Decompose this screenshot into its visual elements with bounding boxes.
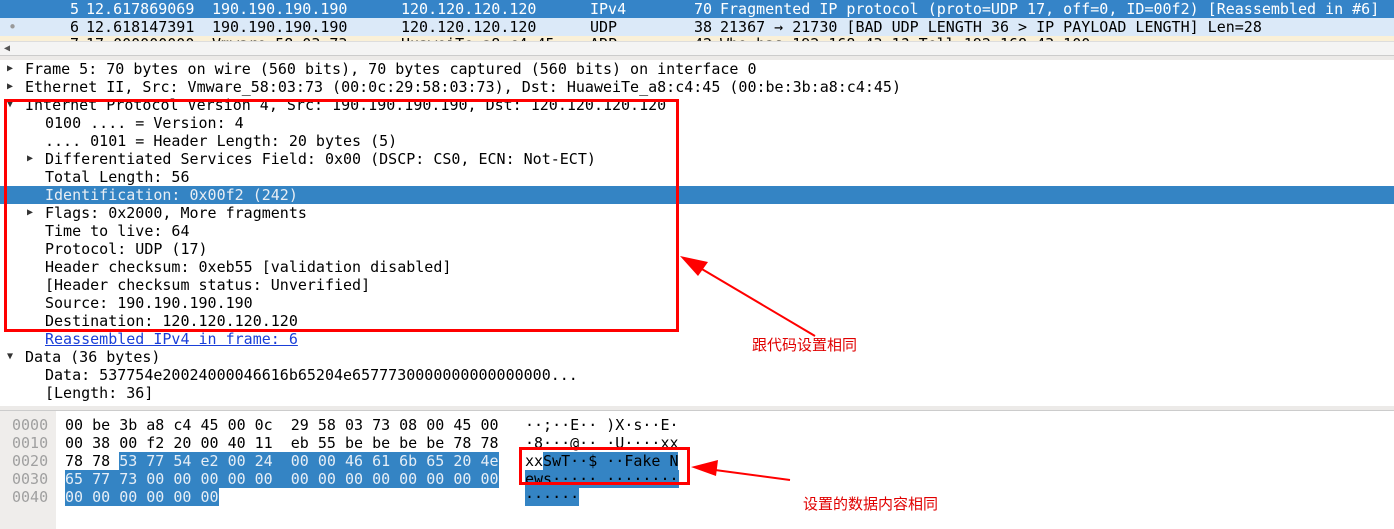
arrow-head-icon (691, 460, 718, 476)
arrow-head-icon (680, 256, 708, 276)
annotation-arrows (680, 256, 816, 481)
arrow-line (689, 261, 816, 337)
